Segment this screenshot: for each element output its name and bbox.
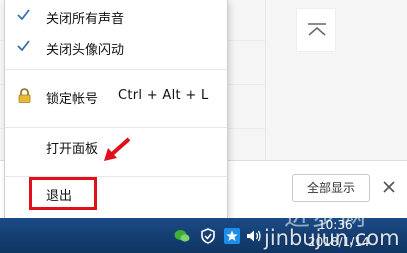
- menu-separator: [5, 69, 227, 70]
- checkmark-icon: [17, 9, 30, 20]
- menu-item-label: 关闭所有声音: [46, 12, 125, 27]
- red-arrow-icon: [104, 137, 131, 161]
- menu-item-label: 锁定帐号: [46, 92, 99, 107]
- exit-highlight-box: [29, 177, 97, 210]
- menu-separator: [5, 127, 227, 128]
- menu-item-stop-avatar-flash[interactable]: 关闭头像闪动: [5, 33, 227, 61]
- menu-item-shortcut: Ctrl + Alt + L: [118, 88, 209, 103]
- menu-item-label: 关闭头像闪动: [46, 43, 125, 58]
- chevron-up-icon: [308, 23, 326, 36]
- scroll-to-top-button[interactable]: [296, 8, 336, 52]
- star-app-icon[interactable]: [224, 228, 240, 244]
- volume-icon[interactable]: [246, 228, 262, 244]
- menu-item-label: 打开面板: [46, 142, 99, 157]
- checkmark-icon: [17, 40, 30, 51]
- menu-item-mute-all[interactable]: 关闭所有声音: [5, 2, 227, 30]
- shield-icon[interactable]: [200, 228, 216, 244]
- close-icon[interactable]: [382, 180, 396, 194]
- lock-icon: [18, 88, 31, 103]
- watermark-url: jinbujun.com: [264, 226, 400, 250]
- panel-divider: [265, 0, 266, 160]
- menu-item-lock-account[interactable]: 锁定帐号 Ctrl + Alt + L: [5, 82, 227, 110]
- wechat-icon[interactable]: [174, 228, 190, 244]
